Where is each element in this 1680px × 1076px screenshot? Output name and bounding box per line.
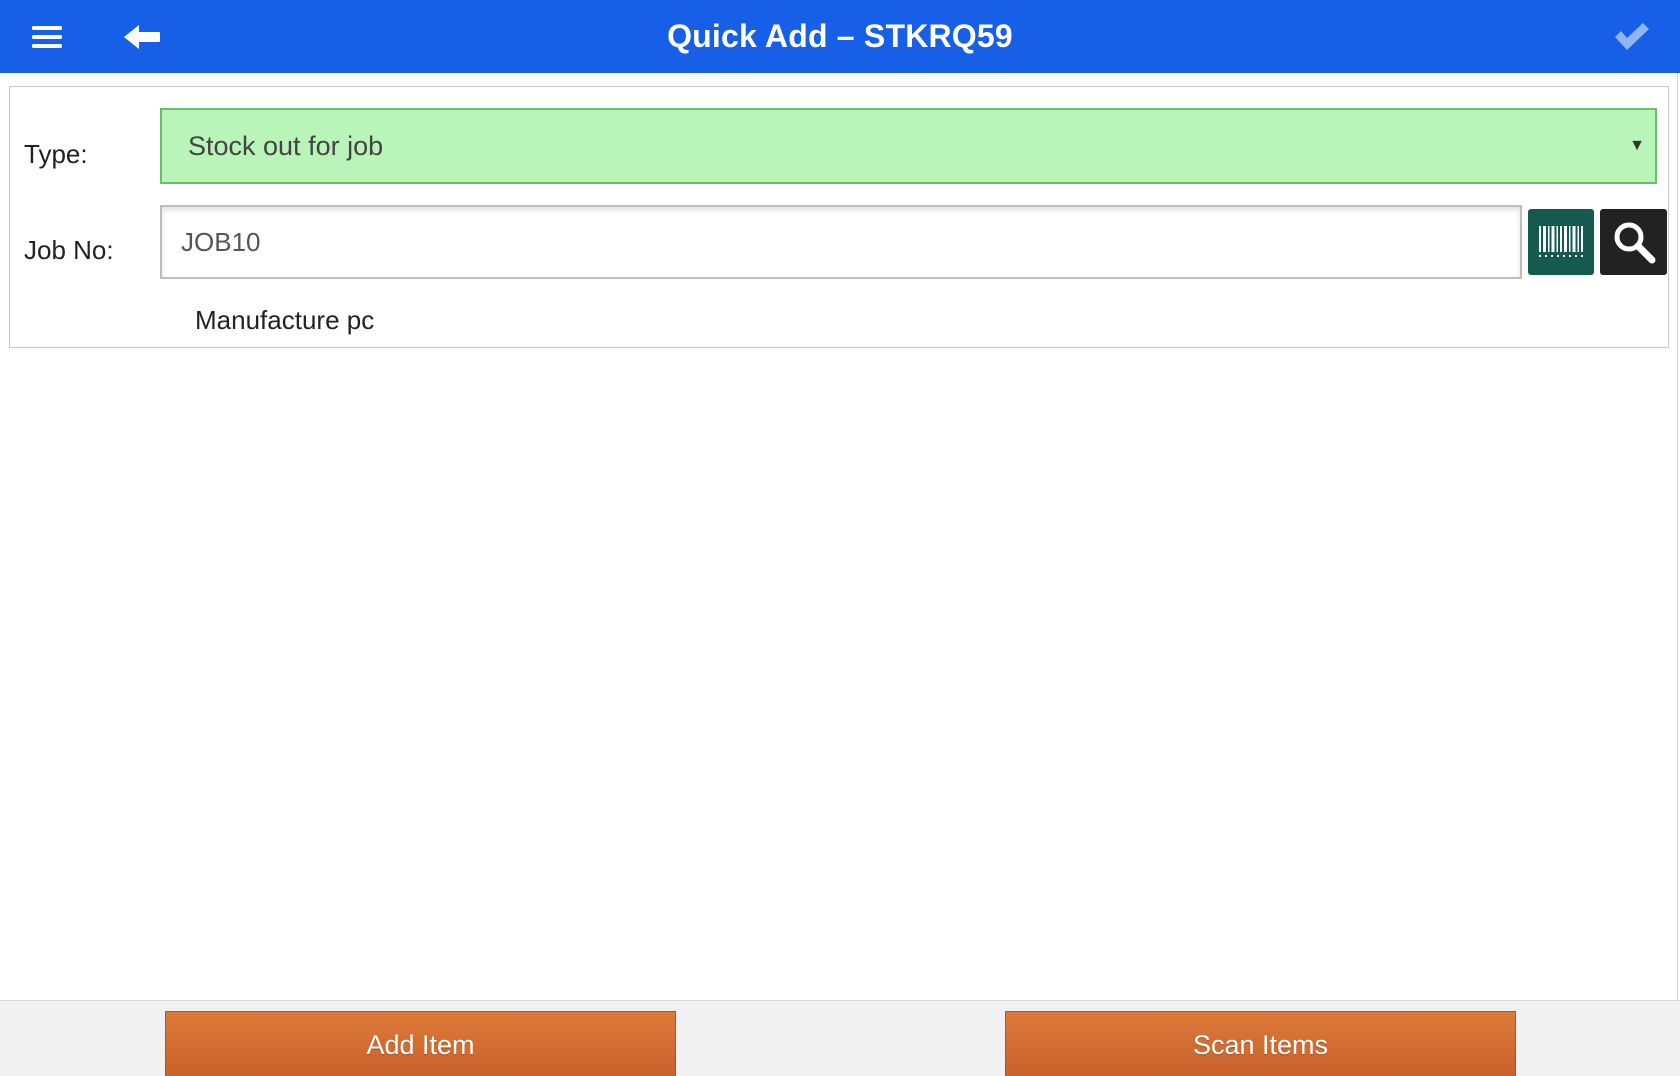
type-selected-value: Stock out for job — [188, 131, 384, 161]
page-title: Quick Add – STKRQ59 — [667, 18, 1013, 54]
scan-items-button[interactable]: Scan Items — [1005, 1011, 1516, 1076]
content-divider — [1677, 73, 1678, 1000]
job-description: Manufacture pc — [195, 305, 375, 335]
barcode-icon — [1539, 226, 1583, 257]
quick-add-form: Type: Stock out for job ▼ Job No: JOB10 … — [9, 86, 1669, 348]
confirm-button[interactable] — [1602, 0, 1662, 73]
app-screen: Quick Add – STKRQ59 Type: Stock out for … — [0, 0, 1680, 1076]
bottom-toolbar: Add Item Scan Items — [0, 1000, 1680, 1076]
barcode-scan-button[interactable] — [1528, 209, 1594, 275]
type-select[interactable]: Stock out for job ▼ — [160, 108, 1657, 184]
checkmark-icon — [1615, 22, 1649, 50]
job-no-label: Job No: — [24, 235, 114, 265]
search-icon — [1614, 222, 1655, 264]
dropdown-arrow-icon: ▼ — [1629, 137, 1645, 154]
top-bar: Quick Add – STKRQ59 — [0, 0, 1680, 73]
type-label: Type: — [24, 139, 88, 169]
add-item-button[interactable]: Add Item — [165, 1011, 676, 1076]
job-search-button[interactable] — [1600, 209, 1667, 275]
job-no-input[interactable] — [160, 205, 1522, 279]
